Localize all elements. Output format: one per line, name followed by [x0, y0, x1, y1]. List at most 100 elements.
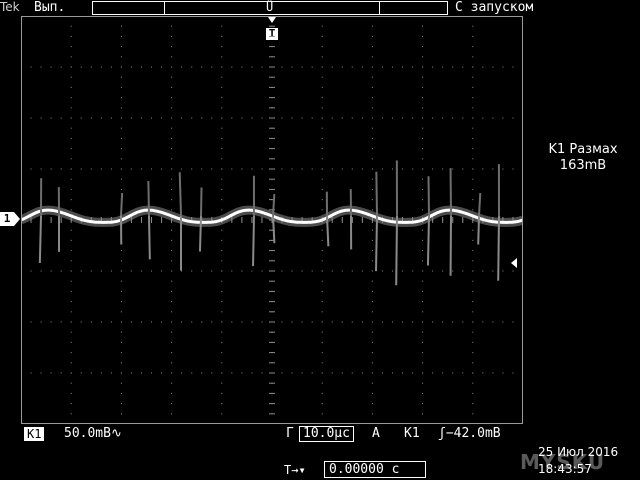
grid-dot: [321, 290, 323, 292]
grid-dot: [422, 209, 424, 211]
noise-spike: [426, 215, 430, 266]
grid-dot: [371, 168, 373, 170]
grid-dot: [321, 117, 323, 119]
noise-spike: [326, 215, 330, 247]
grid-dot: [100, 321, 102, 323]
grid-dot: [432, 168, 434, 170]
grid-dot: [361, 117, 363, 119]
grid-dot: [70, 76, 72, 78]
grid-dot: [110, 66, 112, 68]
grid-dot: [221, 66, 223, 68]
grid-dot: [201, 117, 203, 119]
grid-dot: [251, 372, 253, 374]
grid-dot: [120, 280, 122, 282]
grid-dot: [171, 107, 173, 109]
grid-dot: [221, 148, 223, 150]
grid-dot: [301, 270, 303, 272]
grid-dot: [422, 25, 424, 27]
grid-dot: [171, 97, 173, 99]
grid-dot: [70, 352, 72, 354]
grid-dot: [472, 362, 474, 364]
grid-dot: [291, 117, 293, 119]
grid-dot: [321, 341, 323, 343]
grid-dot: [452, 168, 454, 170]
grid-dot: [50, 117, 52, 119]
noise-spike: [272, 215, 276, 244]
grid-dot: [221, 209, 223, 211]
grid-dot: [70, 66, 72, 68]
grid-dot: [221, 127, 223, 129]
grid-dot: [221, 260, 223, 262]
grid-dot: [90, 321, 92, 323]
trigger-mode: С запуском: [455, 0, 534, 15]
grid-dot: [321, 372, 323, 374]
grid-dot: [161, 117, 163, 119]
grid-dot: [70, 25, 72, 27]
grid-dot: [130, 270, 132, 272]
grid-dot: [331, 270, 333, 272]
grid-dot: [371, 76, 373, 78]
grid-dot: [321, 311, 323, 313]
channel-1-marker[interactable]: 1: [0, 212, 14, 226]
grid-dot: [70, 199, 72, 201]
grid-dot: [171, 188, 173, 190]
grid-dot: [452, 270, 454, 272]
grid-dot: [321, 137, 323, 139]
channel-tag[interactable]: K1: [24, 427, 45, 441]
grid-dot: [351, 117, 353, 119]
grid-dot: [482, 321, 484, 323]
grid-dot: [472, 178, 474, 180]
grid-dot: [321, 76, 323, 78]
grid-dot: [321, 260, 323, 262]
grid-dot: [70, 372, 72, 374]
grid-dot: [412, 66, 414, 68]
grid-dot: [472, 137, 474, 139]
grid-dot: [472, 76, 474, 78]
grid-dot: [472, 199, 474, 201]
grid-dot: [120, 301, 122, 303]
grid-dot: [371, 35, 373, 37]
grid-dot: [120, 331, 122, 333]
grid-dot: [371, 352, 373, 354]
grid-dot: [351, 270, 353, 272]
grid-dot: [191, 372, 193, 374]
grid-dot: [221, 392, 223, 394]
grid-dot: [402, 321, 403, 323]
grid-dot: [70, 148, 72, 150]
grid-dot: [492, 270, 494, 272]
grid-dot: [171, 86, 173, 88]
grid-dot: [311, 168, 313, 170]
grid-dot: [141, 321, 142, 323]
grid-dot: [221, 56, 223, 58]
grid-dot: [171, 372, 173, 374]
grid-dot: [422, 168, 424, 170]
grid-dot: [221, 270, 223, 272]
grid-dot: [171, 270, 173, 272]
grid-dot: [472, 413, 474, 415]
grid-dot: [361, 66, 363, 68]
grid-dot: [120, 97, 122, 99]
grid-dot: [472, 229, 474, 231]
grid-dot: [30, 117, 32, 119]
trigger-level-arrow-icon[interactable]: [511, 258, 517, 268]
grid-dot: [221, 280, 223, 282]
grid-dot: [70, 413, 72, 415]
grid-dot: [120, 35, 122, 37]
horizontal-position-value[interactable]: 0.00000 c: [324, 461, 426, 478]
grid-dot: [201, 270, 203, 272]
grid-dot: [472, 392, 474, 394]
grid-dot: [422, 260, 424, 262]
grid-dot: [231, 372, 233, 374]
grid-dot: [120, 250, 122, 252]
noise-spike: [120, 193, 124, 216]
grid-dot: [371, 321, 373, 323]
grid-dot: [432, 66, 434, 68]
grid-dot: [321, 107, 323, 109]
grid-dot: [402, 372, 403, 374]
grid-dot: [462, 66, 464, 68]
grid-dot: [351, 66, 353, 68]
grid-dot: [311, 321, 313, 323]
grid-dot: [60, 168, 62, 170]
trigger-position-icon: Ȗ: [266, 0, 274, 14]
grid-dot: [492, 321, 494, 323]
